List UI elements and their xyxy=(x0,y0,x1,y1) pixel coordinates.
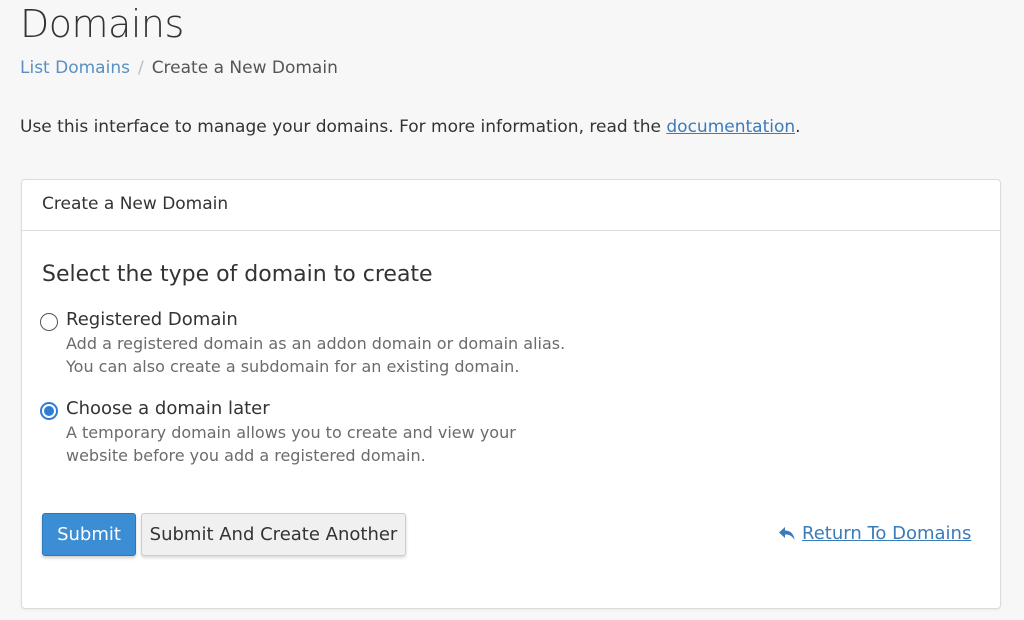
radio-dot xyxy=(44,406,54,416)
page-title: Domains xyxy=(20,2,184,46)
submit-button[interactable]: Submit xyxy=(42,513,136,556)
option-desc-line1: Add a registered domain as an addon doma… xyxy=(66,334,566,353)
breadcrumb-current: Create a New Domain xyxy=(151,58,338,78)
radio-registered-domain[interactable] xyxy=(40,313,58,331)
option-desc-line2: You can also create a subdomain for an e… xyxy=(66,357,520,376)
option-desc-line2: website before you add a registered doma… xyxy=(66,446,426,465)
option-registered-domain[interactable]: Registered Domain Add a registered domai… xyxy=(40,308,565,378)
return-label: Return To Domains xyxy=(802,523,972,544)
intro-text-body: Use this interface to manage your domain… xyxy=(20,117,667,137)
documentation-link[interactable]: documentation xyxy=(666,117,795,137)
reply-arrow-icon xyxy=(779,526,795,540)
breadcrumb-list-domains[interactable]: List Domains xyxy=(20,58,130,78)
submit-and-create-another-button[interactable]: Submit And Create Another xyxy=(141,513,406,556)
intro-text: Use this interface to manage your domain… xyxy=(20,117,801,137)
intro-text-end: . xyxy=(795,117,801,137)
option-label: Registered Domain xyxy=(66,309,238,330)
radio-choose-later[interactable] xyxy=(40,402,58,420)
option-label: Choose a domain later xyxy=(66,398,270,419)
section-title: Select the type of domain to create xyxy=(42,262,433,287)
return-to-domains-link[interactable]: Return To Domains xyxy=(778,523,971,544)
panel-heading: Create a New Domain xyxy=(22,180,1000,231)
breadcrumb: List Domains / Create a New Domain xyxy=(20,58,338,78)
breadcrumb-separator: / xyxy=(137,58,144,78)
create-domain-panel: Create a New Domain Select the type of d… xyxy=(21,179,1001,609)
option-choose-later[interactable]: Choose a domain later A temporary domain… xyxy=(40,397,516,467)
option-desc-line1: A temporary domain allows you to create … xyxy=(66,423,516,442)
